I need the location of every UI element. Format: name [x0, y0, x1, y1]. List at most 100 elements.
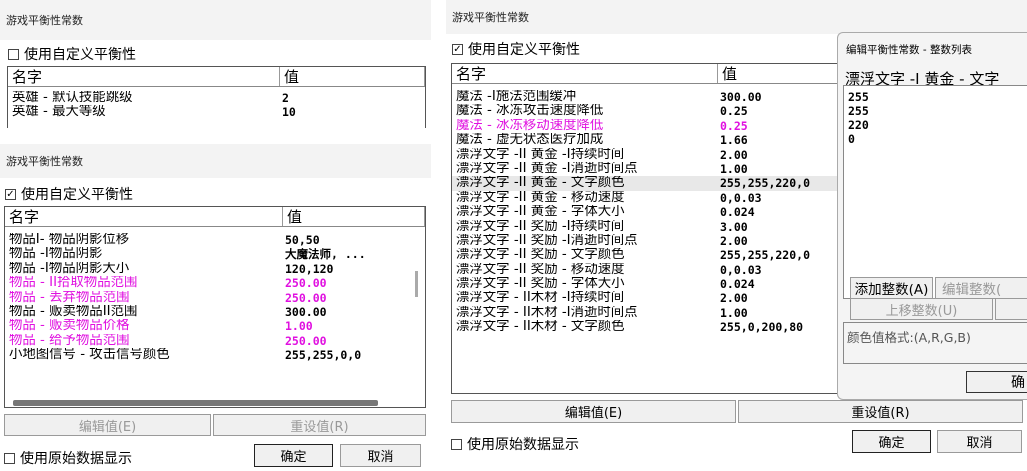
list-item[interactable]: 英雄 - 默认技能跳级 2 [8, 91, 425, 105]
item-name: 魔法 - 冰冻移动速度降低 [456, 118, 604, 133]
list-item[interactable]: 漂浮文字 -II 黄金 - 文字颜色 255,255,220,0 [452, 176, 880, 191]
item-value: 250.00 [285, 290, 327, 305]
edit-value-button[interactable]: 编辑值(E) [4, 414, 211, 436]
item-name: 漂浮文字 - II木材 -I消逝时间点 [456, 305, 638, 320]
list-rows: 魔法 -I施法范围缓冲 300.00 魔法 - 冰冻攻击速度降低 0.25 魔法 - 冰… [452, 84, 880, 335]
window-c-custom-checkbox[interactable]: ✓ 使用自定义平衡性 [452, 39, 580, 59]
list-item[interactable]: 漂浮文字 -II 黄金 -I持续时间 2.00 [452, 148, 880, 162]
column-value[interactable]: 值 [283, 207, 425, 226]
integer-item[interactable]: 255 [848, 90, 1027, 104]
list-item[interactable]: 物品 - 给予物品范围 250.00 [5, 334, 425, 348]
move-down-button[interactable] [995, 298, 1027, 320]
edit-integer-button[interactable]: 编辑整数( [935, 277, 1027, 299]
item-name: 漂浮文字 -II 黄金 -I持续时间 [456, 147, 625, 162]
item-name: 小地图信号 - 攻击信号颜色 [9, 348, 170, 363]
move-up-button[interactable]: 上移整数(U) [850, 298, 993, 320]
item-name: 漂浮文字 -II 黄金 - 移动速度 [456, 190, 625, 205]
add-integer-button[interactable]: 添加整数(A) [850, 277, 933, 299]
item-value: 50,50 [285, 233, 320, 247]
item-value: 1.00 [285, 319, 313, 334]
item-name: 魔法 - 冰冻攻击速度降低 [456, 104, 604, 119]
item-value: 2 [282, 91, 289, 105]
checkbox-box[interactable]: ✓ [5, 188, 16, 200]
checkbox-label: 使用自定义平衡性 [24, 47, 136, 63]
list-item[interactable]: 物品 - 贩卖物品价格 1.00 [5, 319, 425, 333]
list-item[interactable]: 漂浮文字 -II 奖励 -I消逝时间点 2.00 [452, 234, 880, 248]
list-item[interactable]: 魔法 - 冰冻攻击速度降低 0.25 [452, 104, 880, 118]
column-name[interactable]: 名字 [8, 67, 280, 86]
dialog-ok-button[interactable]: 确 [966, 371, 1027, 393]
checkbox-box[interactable] [451, 438, 462, 450]
checkbox-label: 使用原始数据显示 [20, 451, 132, 467]
item-name: 物品 - 贩卖物品价格 [9, 319, 130, 334]
integer-listbox[interactable]: 255 255 220 0 [843, 85, 1027, 299]
horizontal-scrollbar[interactable] [13, 400, 378, 406]
list-header: 名字 值 [5, 207, 425, 227]
window-c-title: 游戏平衡性常数 [446, 0, 1027, 34]
vertical-scrollbar[interactable] [409, 227, 425, 407]
checkbox-box[interactable]: ✓ [452, 43, 463, 55]
raw-data-checkbox[interactable]: 使用原始数据显示 [4, 448, 132, 468]
item-name: 魔法 - 虚无状态医疗加成 [456, 133, 604, 148]
list-rows: 英雄 - 默认技能跳级 2 英雄 - 最大等级 10 [8, 87, 425, 120]
ok-button[interactable]: 确定 [852, 430, 931, 453]
item-name: 漂浮文字 -II 奖励 -I持续时间 [456, 219, 625, 234]
window-a-custom-checkbox[interactable]: 使用自定义平衡性 [8, 44, 136, 64]
list-item[interactable]: 漂浮文字 -II 奖励 -I持续时间 3.00 [452, 220, 880, 234]
checkbox-box[interactable] [4, 452, 15, 464]
item-name: 漂浮文字 -II 奖励 -I消逝时间点 [456, 233, 638, 248]
raw-data-checkbox[interactable]: 使用原始数据显示 [451, 434, 579, 454]
color-format-hint: 颜色值格式:(A,R,G,B) [843, 322, 1027, 364]
column-name[interactable]: 名字 [452, 64, 718, 83]
item-name: 漂浮文字 -II 黄金 -I消逝时间点 [456, 161, 638, 176]
item-name: 物品I- 物品阴影位移 [9, 233, 130, 247]
list-item[interactable]: 漂浮文字 -II 黄金 -I消逝时间点 1.00 [452, 162, 880, 176]
item-value: 大魔法师, ... [285, 247, 366, 262]
list-header: 名字 值 [452, 64, 880, 84]
list-item[interactable]: 物品I- 物品阴影位移 50,50 [5, 233, 425, 247]
checkbox-label: 使用自定义平衡性 [468, 42, 580, 58]
edit-value-button[interactable]: 编辑值(E) [451, 400, 736, 423]
window-b-title: 游戏平衡性常数 [0, 144, 431, 178]
list-item[interactable]: 漂浮文字 - II木材 - 文字颜色 255,0,200,80 [452, 320, 880, 334]
cancel-button[interactable]: 取消 [937, 430, 1022, 453]
list-item[interactable]: 魔法 -I施法范围缓冲 300.00 [452, 90, 880, 104]
reset-value-button[interactable]: 重设值(R) [738, 400, 1023, 423]
window-b-custom-checkbox[interactable]: ✓ 使用自定义平衡性 [5, 184, 133, 204]
item-name: 物品 - 贩卖物品II范围 [9, 304, 138, 319]
scroll-thumb[interactable] [415, 271, 418, 297]
list-item[interactable]: 魔法 - 冰冻移动速度降低 0.25 [452, 119, 880, 133]
integer-list-dialog: 编辑平衡性常数 - 整数列表 漂浮文字 -I 黄金 - 文字 255 255 220… [837, 32, 1027, 400]
list-item[interactable]: 小地图信号 - 攻击信号颜色 255,255,0,0 [5, 348, 425, 362]
item-value: 250.00 [285, 333, 327, 348]
checkbox-box[interactable] [8, 48, 19, 60]
list-item[interactable]: 物品 - 丢弃物品范围 250.00 [5, 291, 425, 305]
list-item[interactable]: 漂浮文字 -II 奖励 - 移动速度 0,0.03 [452, 263, 880, 277]
list-item[interactable]: 魔法 - 虚无状态医疗加成 1.66 [452, 133, 880, 147]
list-item[interactable]: 漂浮文字 -II 黄金 - 字体大小 0.024 [452, 205, 880, 219]
list-item[interactable]: 物品 - 贩卖物品II范围 300.00 [5, 305, 425, 319]
item-name: 漂浮文字 -II 奖励 - 移动速度 [456, 262, 625, 277]
item-name: 物品 - 丢弃物品范围 [9, 290, 130, 305]
list-item[interactable]: 英雄 - 最大等级 10 [8, 105, 425, 119]
list-item[interactable]: 漂浮文字 -II 奖励 - 字体大小 0.024 [452, 277, 880, 291]
item-name: 物品 -I物品阴影 [9, 247, 103, 262]
list-item[interactable]: 漂浮文字 - II木材 -I持续时间 2.00 [452, 291, 880, 305]
list-item[interactable]: 物品 -I物品阴影大小 120,120 [5, 262, 425, 276]
column-name[interactable]: 名字 [5, 207, 283, 226]
item-name: 英雄 - 最大等级 [12, 105, 106, 120]
column-value[interactable]: 值 [280, 67, 425, 86]
reset-value-button[interactable]: 重设值(R) [213, 414, 426, 436]
list-item[interactable]: 漂浮文字 -II 黄金 - 移动速度 0,0.03 [452, 191, 880, 205]
window-a-title: 游戏平衡性常数 [0, 0, 431, 40]
list-item[interactable]: 物品 -I物品阴影 大魔法师, ... [5, 247, 425, 261]
integer-item[interactable]: 220 [848, 118, 1027, 132]
list-item[interactable]: 漂浮文字 - II木材 -I消逝时间点 1.00 [452, 306, 880, 320]
integer-item[interactable]: 255 [848, 104, 1027, 118]
ok-button[interactable]: 确定 [254, 444, 333, 467]
list-item[interactable]: 漂浮文字 -II 奖励 - 文字颜色 255,255,220,0 [452, 248, 880, 262]
list-header: 名字 值 [8, 67, 425, 87]
cancel-button[interactable]: 取消 [340, 444, 421, 467]
integer-item[interactable]: 0 [848, 132, 1027, 146]
list-item[interactable]: 物品 - II拾取物品范围 250.00 [5, 276, 425, 290]
